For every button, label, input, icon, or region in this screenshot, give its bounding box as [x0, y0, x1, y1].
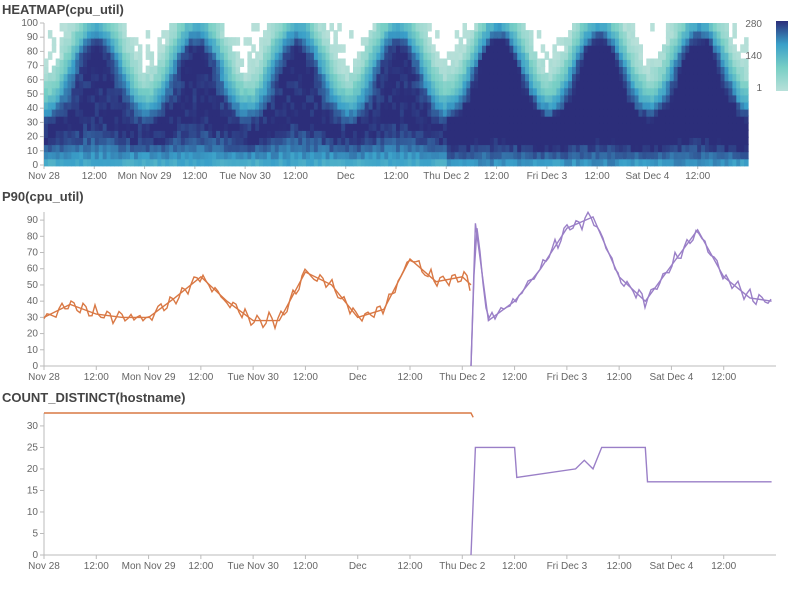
heatmap-cells — [44, 23, 749, 166]
legend-colorbar — [776, 21, 788, 91]
svg-text:0: 0 — [32, 160, 38, 171]
svg-text:Fri Dec 3: Fri Dec 3 — [547, 561, 588, 572]
noisy-series-b — [471, 212, 771, 366]
svg-text:70: 70 — [27, 248, 39, 259]
svg-text:Tue Nov 30: Tue Nov 30 — [227, 372, 279, 383]
legend-mid: 140 — [745, 51, 762, 62]
heatmap-title: HEATMAP(cpu_util) — [0, 0, 796, 19]
svg-text:Dec: Dec — [349, 561, 367, 572]
svg-text:12:00: 12:00 — [383, 171, 408, 182]
panel-heatmap: HEATMAP(cpu_util) 0 10 20 30 40 50 60 70 80 90 100… — [0, 0, 796, 187]
svg-text:50: 50 — [27, 280, 39, 291]
svg-text:60: 60 — [27, 264, 39, 275]
line-series-a — [44, 413, 473, 417]
svg-text:70: 70 — [27, 61, 39, 72]
line-series-b — [471, 447, 772, 555]
svg-text:Sat Dec 4: Sat Dec 4 — [649, 561, 693, 572]
count-chart[interactable]: 0 5 10 15 20 25 30 Nov 28 12:00 Mon Nov 29 12:00 Tu… — [0, 407, 796, 577]
svg-text:Thu Dec 2: Thu Dec 2 — [439, 372, 486, 383]
svg-text:12:00: 12:00 — [502, 372, 527, 383]
svg-text:Nov 28: Nov 28 — [28, 171, 60, 182]
svg-text:90: 90 — [27, 215, 39, 226]
svg-text:12:00: 12:00 — [293, 561, 318, 572]
svg-text:12:00: 12:00 — [607, 561, 632, 572]
svg-text:50: 50 — [27, 89, 39, 100]
svg-text:12:00: 12:00 — [293, 372, 318, 383]
svg-text:12:00: 12:00 — [283, 171, 308, 182]
svg-text:10: 10 — [27, 507, 39, 518]
svg-text:10: 10 — [27, 345, 39, 356]
svg-text:Dec: Dec — [349, 372, 367, 383]
svg-text:40: 40 — [27, 103, 39, 114]
svg-text:15: 15 — [27, 485, 39, 496]
svg-text:80: 80 — [27, 231, 39, 242]
svg-text:12:00: 12:00 — [685, 171, 710, 182]
svg-text:Fri Dec 3: Fri Dec 3 — [547, 372, 588, 383]
svg-text:20: 20 — [27, 329, 39, 340]
svg-text:Mon Nov 29: Mon Nov 29 — [118, 171, 172, 182]
svg-text:30: 30 — [27, 312, 39, 323]
svg-text:12:00: 12:00 — [182, 171, 207, 182]
svg-text:12:00: 12:00 — [711, 561, 736, 572]
svg-text:Sat Dec 4: Sat Dec 4 — [625, 171, 669, 182]
svg-text:12:00: 12:00 — [82, 171, 107, 182]
svg-text:Thu Dec 2: Thu Dec 2 — [439, 561, 486, 572]
legend-min: 1 — [756, 83, 762, 94]
svg-text:12:00: 12:00 — [188, 561, 213, 572]
svg-text:40: 40 — [27, 296, 39, 307]
svg-text:12:00: 12:00 — [711, 372, 736, 383]
svg-text:12:00: 12:00 — [397, 372, 422, 383]
heatmap-legend: 280 140 1 — [762, 21, 792, 91]
svg-text:12:00: 12:00 — [502, 561, 527, 572]
svg-text:12:00: 12:00 — [607, 372, 632, 383]
svg-text:12:00: 12:00 — [188, 372, 213, 383]
legend-max: 280 — [745, 19, 762, 30]
svg-text:12:00: 12:00 — [397, 561, 422, 572]
svg-text:12:00: 12:00 — [84, 561, 109, 572]
svg-text:Nov 28: Nov 28 — [28, 561, 60, 572]
svg-text:Fri Dec 3: Fri Dec 3 — [527, 171, 568, 182]
svg-text:20: 20 — [27, 464, 39, 475]
svg-text:12:00: 12:00 — [585, 171, 610, 182]
svg-text:5: 5 — [32, 528, 38, 539]
svg-text:12:00: 12:00 — [84, 372, 109, 383]
svg-text:Sat Dec 4: Sat Dec 4 — [649, 372, 693, 383]
svg-text:20: 20 — [27, 132, 39, 143]
svg-text:0: 0 — [32, 550, 38, 561]
svg-text:10: 10 — [27, 146, 39, 157]
svg-text:Thu Dec 2: Thu Dec 2 — [423, 171, 470, 182]
noisy-series-a — [44, 260, 470, 328]
svg-text:60: 60 — [27, 75, 39, 86]
svg-text:0: 0 — [32, 361, 38, 372]
line-series-b — [471, 217, 772, 366]
heatmap-chart[interactable]: 0 10 20 30 40 50 60 70 80 90 100 Nov 28 12:00 Mon Nov… — [0, 19, 796, 187]
panel-count: COUNT_DISTINCT(hostname) 0 5 10 15 20 25 30 Nov… — [0, 388, 796, 577]
svg-text:Mon Nov 29: Mon Nov 29 — [122, 372, 176, 383]
count-title: COUNT_DISTINCT(hostname) — [0, 388, 796, 407]
svg-text:Dec: Dec — [337, 171, 355, 182]
p90-title: P90(cpu_util) — [0, 187, 796, 206]
svg-text:12:00: 12:00 — [484, 171, 509, 182]
svg-text:Mon Nov 29: Mon Nov 29 — [122, 561, 176, 572]
svg-text:30: 30 — [27, 421, 39, 432]
svg-text:90: 90 — [27, 32, 39, 43]
panel-p90: P90(cpu_util) 0 10 20 30 40 50 60 70 80 90 Nov 28 1… — [0, 187, 796, 388]
p90-chart[interactable]: 0 10 20 30 40 50 60 70 80 90 Nov 28 12:00 Mon Nov 29… — [0, 206, 796, 388]
svg-text:100: 100 — [21, 19, 38, 29]
svg-text:80: 80 — [27, 46, 39, 57]
svg-text:Nov 28: Nov 28 — [28, 372, 60, 383]
svg-text:25: 25 — [27, 442, 39, 453]
svg-text:Tue Nov 30: Tue Nov 30 — [219, 171, 271, 182]
svg-text:30: 30 — [27, 117, 39, 128]
svg-text:Tue Nov 30: Tue Nov 30 — [227, 561, 279, 572]
